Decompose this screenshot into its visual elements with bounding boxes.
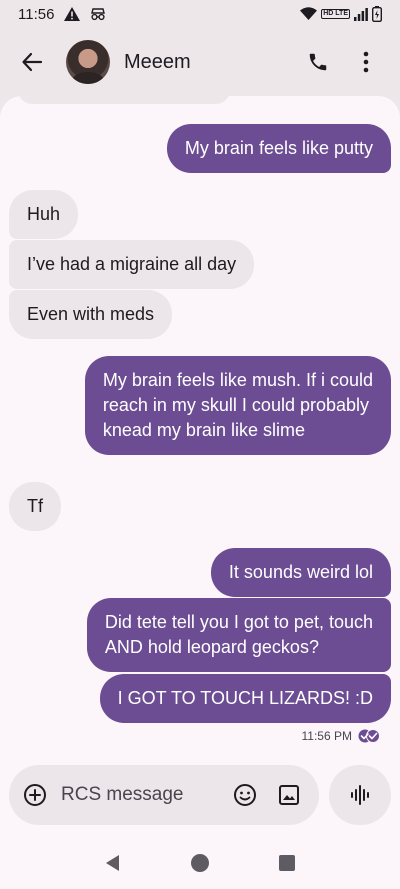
signal-icon [354,7,368,21]
contact-name[interactable]: Meeem [124,51,191,74]
status-bar: 11:56 HD LTE [0,0,400,28]
message-bubble-incoming[interactable]: I’ve had a migraine all day [9,240,255,289]
compose-bar [0,754,400,836]
contact-avatar[interactable] [66,40,110,84]
nav-home-icon [190,853,209,872]
message-input[interactable] [61,775,221,815]
message-bubble-incoming[interactable]: Tf [9,482,61,531]
message-status: 11:56 PM [302,729,380,743]
image-icon [279,785,299,805]
read-receipt-icon [358,729,380,743]
status-time: 11:56 [18,5,55,23]
nav-back-button[interactable] [93,843,133,883]
arrow-left-icon [22,52,43,72]
incognito-icon [90,7,106,21]
message-timestamp: 11:56 PM [301,729,352,743]
nav-recents-button[interactable] [267,843,307,883]
voice-waveform-icon [351,785,369,805]
gallery-button[interactable] [267,773,311,817]
message-bubble-outgoing[interactable]: My brain feels like putty [166,124,391,173]
plus-circle-icon [24,784,46,806]
phone-icon [309,53,327,71]
more-options-button[interactable] [342,38,390,86]
message-bubble-outgoing[interactable]: My brain feels like mush. If i could rea… [84,356,391,455]
battery-icon [372,6,382,22]
message-bubble-incoming[interactable]: Huh [9,190,79,239]
message-list[interactable]: My brain feels like putty Huh I’ve had a… [0,96,400,754]
more-vertical-icon [363,51,369,73]
voice-message-button[interactable] [329,765,391,825]
warning-icon [64,7,81,21]
emoji-icon [234,784,256,806]
nav-back-icon [106,854,120,871]
call-button[interactable] [294,38,342,86]
emoji-button[interactable] [223,773,267,817]
network-badge: HD LTE [321,9,350,19]
previous-message-peek [18,96,230,104]
nav-home-button[interactable] [180,843,220,883]
message-bubble-outgoing[interactable]: I GOT TO TOUCH LIZARDS! :D [99,674,391,723]
conversation-header: Meeem [0,28,400,96]
attach-button[interactable] [13,773,57,817]
system-navigation-bar [0,836,400,889]
message-bubble-outgoing[interactable]: It sounds weird lol [210,548,391,597]
message-bubble-incoming[interactable]: Even with meds [9,290,173,339]
wifi-icon [300,7,318,21]
compose-field [9,765,319,825]
back-button[interactable] [8,38,56,86]
message-bubble-outgoing[interactable]: Did tete tell you I got to pet, touch AN… [86,598,391,672]
nav-recents-icon [278,854,295,871]
